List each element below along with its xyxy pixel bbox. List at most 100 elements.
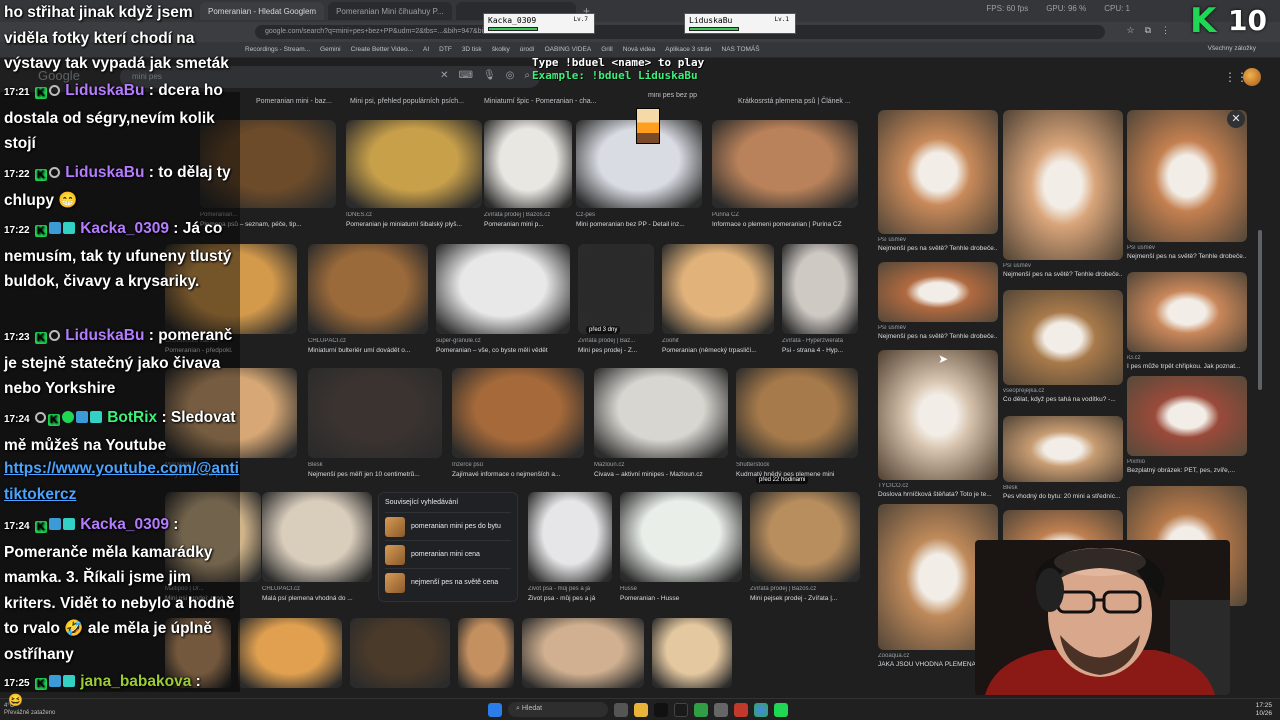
lens-icon[interactable]: ◎ [506,70,515,81]
bookmark[interactable]: úrodí [520,46,535,53]
result-thumbnail[interactable] [522,618,644,688]
result-thumbnail[interactable] [1127,272,1247,352]
panel-image-result[interactable]: TYČIČO.cz Doslova hrníčková štěňata? Toto… [878,350,998,502]
chat-username[interactable]: LiduskaBu [65,82,144,99]
xbox-icon[interactable] [694,702,708,717]
scrollbar[interactable] [1258,230,1262,390]
result-thumbnail[interactable] [262,492,372,582]
image-result[interactable]: Zvířata prodej | Bazoš.cz Pomeranian mini… [484,120,572,232]
search-icon[interactable]: ⌕ [524,70,530,81]
image-result[interactable] [238,618,342,692]
image-result[interactable]: Inzerce psů Zajímavé informace o nejmenší… [452,368,584,482]
result-title[interactable]: Nejmenší pes na světě? Tenhle drobeče... [1003,271,1123,278]
image-result[interactable]: CHLUPÁČI.cz Malá psí plemena vhodná do ..… [262,492,372,606]
panel-image-result[interactable]: iG.cz I pes může trpět chřipkou. Jak pozn… [1127,272,1247,374]
result-thumbnail[interactable] [652,618,732,688]
result-title[interactable]: Mini pomeranian bez PP - Detail inz... [576,221,702,228]
image-result[interactable] [522,618,644,692]
result-title[interactable]: Pomeranian – vše, co byste měli vědět [436,347,570,354]
image-result[interactable]: Zvířata - Hyperzvierata Psi - strana 4 - … [782,244,858,358]
result-thumbnail[interactable] [750,492,860,582]
menu-icon[interactable]: ⋮ [1161,25,1170,36]
result-thumbnail[interactable] [452,368,584,458]
image-result[interactable]: CHLUPÁČI.cz Miniaturní bulteriér umí dová… [308,244,428,358]
result-thumbnail[interactable] [712,120,858,208]
panel-image-result[interactable]: Psí úsměv Nejmenší pes na světě? Tenhle d… [878,110,998,256]
obs-icon[interactable] [674,702,688,717]
result-thumbnail[interactable] [1003,416,1123,482]
result-thumbnail[interactable] [594,368,728,458]
bookmark[interactable]: Create Better Video... [351,46,413,53]
chat-username[interactable]: LiduskaBu [65,327,144,344]
kick-app-icon[interactable] [774,702,788,717]
taskbar-search[interactable]: ⌕ Hledat [508,702,608,717]
url-field[interactable]: google.com/search?q=mini+pes+bez+PP&udm=… [255,25,1105,39]
chat-username[interactable]: Kacka_0309 [80,516,169,533]
result-title[interactable]: Doslova hrníčková štěňata? Toto je te... [878,491,998,498]
result-title[interactable]: Mini pes prodej - Z... [578,347,654,354]
bookmark[interactable]: 3D tisk [462,46,482,53]
result-thumbnail[interactable] [528,492,612,582]
result-title[interactable]: Pomeranian - Husse [620,595,742,602]
result-title[interactable]: mini pes bez pp [648,92,697,99]
result-title[interactable]: Informace o plemeni pomeranian | Purina … [712,221,858,228]
bookmark[interactable]: Nová videa [623,46,656,53]
result-thumbnail[interactable] [736,368,858,458]
profile-avatar[interactable] [1243,68,1261,86]
clear-icon[interactable]: ✕ [440,70,448,81]
bookmark[interactable]: NAS TOMÁŠ [722,46,760,53]
result-title[interactable]: Nejmenší pes měří jen 10 centimetrů... [308,471,442,478]
panel-image-result[interactable]: vseoprejejka.cz Co dělat, když pes tahá n… [1003,290,1123,407]
bookmark[interactable]: AI [423,46,429,53]
image-result[interactable]: Život psa - můj pes a já Život psa - můj … [528,492,612,606]
result-title[interactable]: Pomeranian (německý trpasličí... [662,347,774,354]
result-thumbnail[interactable] [458,618,514,688]
result-title[interactable]: Krátkosrstá plemena psů | Článek ... [738,98,851,105]
bookmark[interactable]: Gemini [320,46,341,53]
all-bookmarks-button[interactable]: Všechny záložky [1208,45,1256,52]
result-title[interactable]: Mini psi, přehled populárních psích... [350,98,464,105]
keyboard-icon[interactable]: ⌨ [459,70,473,81]
related-search-item[interactable]: pomeranian mini pes do bytu [385,512,511,540]
result-thumbnail[interactable] [620,492,742,582]
bookmark[interactable]: OABING VIDEA [545,46,592,53]
chat-text[interactable]: https://www.youtube.com/@antitiktokercz [4,460,239,503]
bookmark[interactable]: Aplikace 3 strán [665,46,711,53]
result-title[interactable]: Mini pejsek prodej - Zvířata |... [750,595,860,602]
result-title[interactable]: Nejmenší pes na světě? Tenhle drobeče... [1127,253,1247,260]
result-thumbnail[interactable] [1127,376,1247,456]
result-title[interactable]: Malá psí plemena vhodná do ... [262,595,372,602]
image-result[interactable] [652,618,732,692]
browser-tab[interactable]: Pomeranian Mini čihuahuy P... [328,2,452,20]
result-title[interactable]: Miniaturní bulteriér umí dovádět o... [308,347,428,354]
image-result[interactable]: Purina CZ Informace o plemeni pomeranian … [712,120,858,232]
result-title[interactable]: Bezplatný obrázek: PET, pes, zvíře,... [1127,467,1247,474]
image-result[interactable]: Zvířata prodej | Bazoš.cz Mini pejsek pro… [750,492,860,606]
image-result[interactable] [350,618,450,692]
result-thumbnail[interactable] [1127,110,1247,242]
panel-image-result[interactable]: Pixmio Bezplatný obrázek: PET, pes, zvíře… [1127,376,1247,478]
result-thumbnail[interactable] [238,618,342,688]
result-title[interactable]: Nejmenší pes na světě? Tenhle drobeče... [878,333,998,340]
windows-start-icon[interactable] [488,702,502,717]
result-thumbnail[interactable] [436,244,570,334]
bookmark[interactable]: Grill [601,46,613,53]
image-result[interactable]: Blesk Nejmenší pes měří jen 10 centimetrů… [308,368,442,482]
bookmark-star-icon[interactable]: ☆ [1126,25,1134,36]
image-result[interactable]: Zoohit Pomeranian (německý trpasličí... [662,244,774,358]
result-thumbnail[interactable] [308,368,442,458]
chat-username[interactable]: Kacka_0309 [80,220,169,237]
result-thumbnail[interactable] [878,262,998,322]
panel-image-result[interactable]: Psí úsměv Nejmenší pes na světě? Tenhle d… [1127,110,1247,264]
result-thumbnail[interactable] [878,350,998,480]
result-thumbnail[interactable] [782,244,858,334]
result-thumbnail[interactable] [662,244,774,334]
image-result[interactable] [458,618,514,692]
chat-username[interactable]: LiduskaBu [65,164,144,181]
result-thumbnail[interactable] [308,244,428,334]
system-clock[interactable]: 17:25 10/26 [1256,702,1272,718]
chat-username[interactable]: jana_babakova [80,673,191,690]
result-title[interactable]: Zajímavé informace o nejmenších a... [452,471,584,478]
result-title[interactable]: Pomeranian mini - baz... [256,98,332,105]
chat-username[interactable]: BotRix [107,409,157,426]
